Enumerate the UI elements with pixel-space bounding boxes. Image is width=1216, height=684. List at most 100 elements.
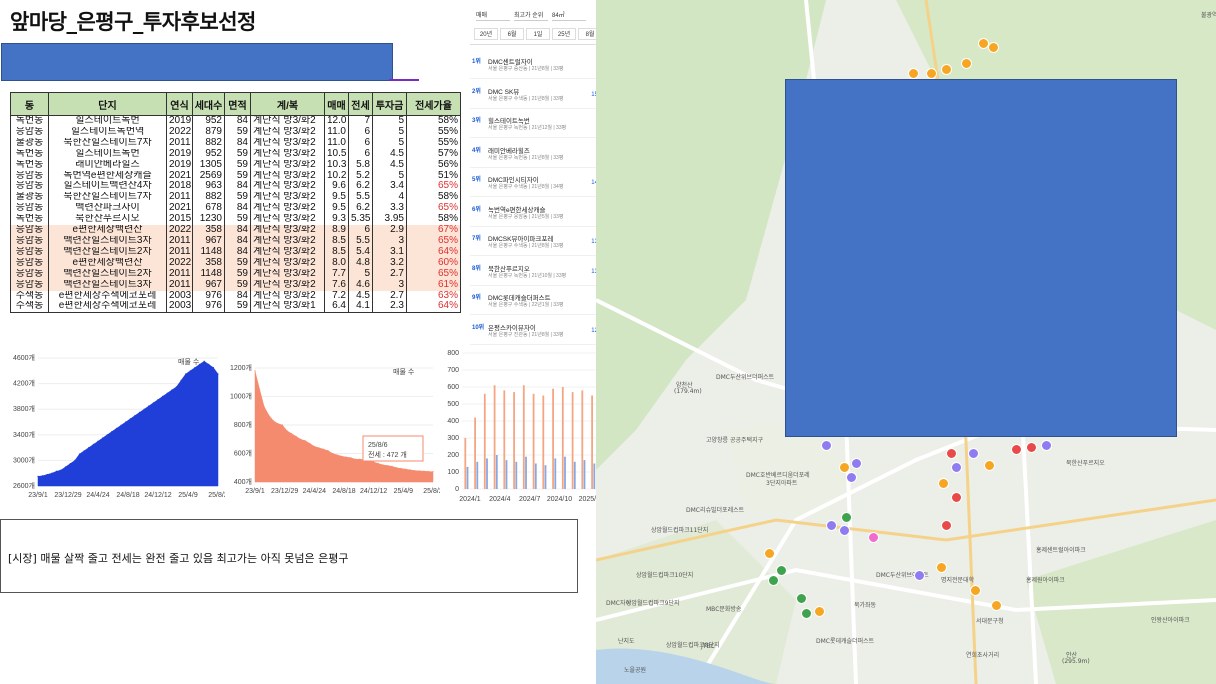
map-pin-icon[interactable] <box>796 593 807 604</box>
bar <box>522 385 525 489</box>
map-pin-icon[interactable] <box>951 462 962 473</box>
data-point <box>69 463 71 465</box>
map-pin-icon[interactable] <box>970 585 981 596</box>
map-pin-icon[interactable] <box>988 42 999 53</box>
map-pin-icon[interactable] <box>851 458 862 469</box>
map-pin-icon[interactable] <box>914 570 925 581</box>
table-cell: 64% <box>406 246 461 258</box>
table-cell: 11.0 <box>324 126 349 138</box>
bar <box>474 417 476 489</box>
table-cell: 응암동 <box>10 235 49 247</box>
map-pin-icon[interactable] <box>946 448 957 459</box>
map-pin-icon[interactable] <box>814 606 825 617</box>
map-pin-icon[interactable] <box>768 575 779 586</box>
table-cell: 1148 <box>192 268 225 280</box>
date-selector[interactable]: 25년 <box>552 28 576 40</box>
data-point <box>157 399 159 401</box>
column-header: 단지 <box>48 92 167 116</box>
table-cell: 힐스테이트백련산4차 <box>48 181 167 193</box>
filter-dropdown[interactable]: 매매 <box>476 10 510 21</box>
map-pin-icon[interactable] <box>961 58 972 69</box>
rank-no: 10위 <box>472 324 485 331</box>
map-pin-icon[interactable] <box>991 600 1002 611</box>
table-row: 녹번동 북한산푸르지오 2015 1230 59 계단식 방3/화2 9.3 5.35 3.95… <box>10 214 461 226</box>
map-pin-icon[interactable] <box>826 520 837 531</box>
map-label: 연희초사거리 <box>966 652 1000 659</box>
map-pin-icon[interactable] <box>978 38 989 49</box>
map-pin-icon[interactable] <box>841 512 852 523</box>
data-point <box>51 472 53 474</box>
x-tick-label: 25/4/9 <box>394 488 414 495</box>
table-cell: 4.6 <box>348 279 373 291</box>
map-pin-icon[interactable] <box>984 460 995 471</box>
filter-dropdown[interactable]: 최고가 순위 <box>514 10 548 21</box>
table-cell: 계단식 방3/화2 <box>250 148 325 160</box>
date-selector[interactable]: 1일 <box>526 28 550 40</box>
table-cell: 9.3 <box>324 214 349 226</box>
map-pin-icon[interactable] <box>839 525 850 536</box>
table-cell: 계단식 방3/화2 <box>250 225 325 236</box>
map-pin-icon[interactable] <box>1011 444 1022 455</box>
bar <box>486 458 488 489</box>
map-pin-icon[interactable] <box>868 532 879 543</box>
data-point <box>336 454 338 456</box>
y-tick-label: 1000개 <box>230 392 252 401</box>
map-pin-icon[interactable] <box>839 462 850 473</box>
x-tick-label: 2024/7 <box>519 496 541 503</box>
table-cell: 55% <box>406 137 461 149</box>
bar <box>515 461 518 489</box>
map-pin-icon[interactable] <box>1041 440 1052 451</box>
data-point <box>203 360 205 362</box>
table-row: 응암동 녹번역e편한세상캐슬 2021 2569 59 계단식 방3/화2 10.2 5.2 5… <box>10 170 461 182</box>
table-cell: 358 <box>192 225 225 236</box>
map-pin-icon[interactable] <box>941 64 952 75</box>
data-point <box>432 471 434 473</box>
data-point <box>382 464 384 466</box>
table-row: 응암동 백련산힐스테이트3차 2011 967 59 계단식 방3/화2 7.6 4.6 3 61… <box>10 279 461 291</box>
table-cell: 59 <box>224 126 251 138</box>
table-cell: 4.5 <box>348 290 373 302</box>
bar <box>583 460 586 489</box>
map-pin-icon[interactable] <box>936 562 947 573</box>
rank-sub: 서울 은평구 수색동 | 22년1월 | 33평 <box>488 302 564 308</box>
map-pin-icon[interactable] <box>1026 442 1037 453</box>
table-cell: 882 <box>192 137 225 149</box>
column-header: 전세 <box>348 92 373 116</box>
date-selector[interactable]: 6월 <box>500 28 524 40</box>
x-tick-label: 24/12/12 <box>360 488 387 495</box>
map-pin-icon[interactable] <box>951 492 962 503</box>
map-label: 홍제원아이파크 <box>1026 577 1065 584</box>
table-cell: e편한세상수색에코포레 <box>48 301 167 314</box>
data-point <box>386 465 388 467</box>
map-pin-icon[interactable] <box>941 520 952 531</box>
filter-dropdown[interactable]: 84㎡ <box>552 10 586 21</box>
map-pin-icon[interactable] <box>938 478 949 489</box>
tooltip-date: 25/8/6 <box>368 442 388 449</box>
map-pin-icon[interactable] <box>926 68 937 79</box>
data-point <box>138 411 141 413</box>
table-cell: 계단식 방3/화2 <box>250 246 325 258</box>
map-pin-icon[interactable] <box>846 472 857 483</box>
map-pin-icon[interactable] <box>968 448 979 459</box>
map-pin-icon[interactable] <box>908 68 919 79</box>
table-cell: 래미안베라힐즈 <box>48 159 167 171</box>
map-pin-icon[interactable] <box>821 440 832 451</box>
column-header: 동 <box>10 92 49 116</box>
rank-no: 5위 <box>472 177 481 183</box>
map-label: 상암월드컵파크10단지 <box>636 572 694 579</box>
table-cell: e편한세상수색에코포레 <box>48 290 167 302</box>
data-point <box>148 405 150 407</box>
y-tick-label: 500 <box>447 401 459 408</box>
table-cell: 3.3 <box>372 203 407 215</box>
table-cell: 10.5 <box>324 148 349 160</box>
table-cell: 6 <box>348 225 373 236</box>
rank-no: 8위 <box>472 265 481 272</box>
x-tick-label: 23/9/1 <box>245 488 265 495</box>
y-tick-label: 400 <box>447 418 459 425</box>
data-point <box>74 459 76 461</box>
date-selector[interactable]: 20년 <box>474 28 498 40</box>
map-pin-icon[interactable] <box>776 565 787 576</box>
table-cell: 65% <box>406 235 461 247</box>
map-pin-icon[interactable] <box>764 548 775 559</box>
map-pin-icon[interactable] <box>801 608 812 619</box>
